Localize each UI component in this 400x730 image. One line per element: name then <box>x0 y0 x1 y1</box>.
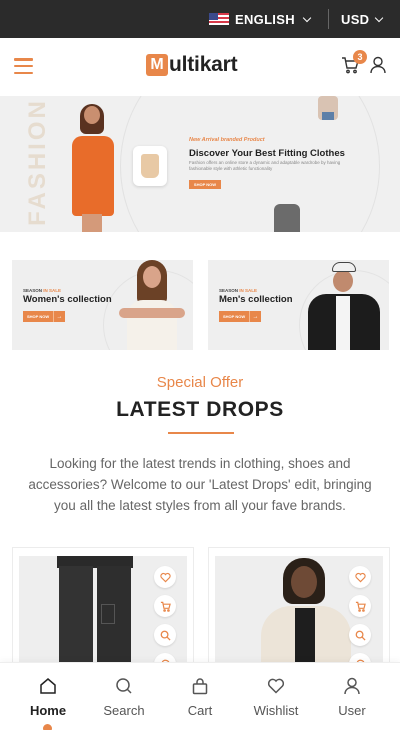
collection-title: Men's collection <box>219 294 293 305</box>
user-icon <box>344 677 360 695</box>
logo-text: ultikart <box>169 53 238 76</box>
nav-label: User <box>338 703 366 718</box>
currency-label: USD <box>341 11 370 27</box>
active-indicator <box>43 724 52 730</box>
men-model-image <box>302 260 384 350</box>
hero-title: Discover Your Best Fitting Clothes <box>189 148 345 159</box>
cart-icon <box>355 601 366 612</box>
divider <box>328 9 329 29</box>
hamburger-menu-icon[interactable] <box>14 58 33 74</box>
nav-item-cart[interactable]: Cart <box>160 663 240 730</box>
product-thumbnail <box>318 96 338 120</box>
collection-tag: SEASON IN SALE <box>219 288 258 293</box>
nav-label: Cart <box>187 703 213 718</box>
search-icon <box>116 678 132 694</box>
hero-shop-now-button[interactable]: SHOP NOW <box>189 180 221 189</box>
product-thumbnail <box>133 146 167 186</box>
section-description: Looking for the latest trends in clothin… <box>28 456 372 513</box>
language-label: ENGLISH <box>235 11 295 27</box>
search-icon <box>355 630 366 641</box>
user-icon[interactable] <box>370 56 386 74</box>
hero-tag: New Arrival branded Product <box>189 137 265 143</box>
top-bar: ENGLISH USD <box>0 0 400 38</box>
wishlist-button[interactable] <box>349 566 371 588</box>
logo-mark: M <box>146 54 168 76</box>
language-selector[interactable]: ENGLISH <box>209 0 312 38</box>
quick-view-button[interactable] <box>349 624 371 646</box>
heart-icon <box>354 572 366 582</box>
hero-side-word: FASHION <box>23 98 51 226</box>
nav-item-user[interactable]: User <box>312 663 392 730</box>
us-flag-icon <box>209 13 229 25</box>
logo[interactable]: M ultikart <box>146 53 238 77</box>
header: M ultikart 3 <box>0 38 400 96</box>
hero-banner[interactable]: FASHION New Arrival branded Product Disc… <box>0 96 400 232</box>
nav-label: Search <box>103 703 145 718</box>
nav-item-home[interactable]: Home <box>8 663 88 730</box>
nav-item-search[interactable]: Search <box>84 663 164 730</box>
hero-model-image <box>66 104 120 232</box>
quick-view-button[interactable] <box>154 624 176 646</box>
home-icon <box>40 678 56 694</box>
bottom-navigation: Home Search Cart Wishlist User <box>0 662 400 730</box>
section-title: LATEST DROPS <box>116 398 284 421</box>
product-actions <box>154 566 176 675</box>
nav-label: Wishlist <box>253 703 299 718</box>
title-underline <box>168 432 234 434</box>
women-model-image <box>113 260 189 350</box>
collection-title: Women's collection <box>23 294 112 305</box>
hero-description: Fashion offers an online store a dynamic… <box>189 160 341 172</box>
nav-label: Home <box>29 703 67 718</box>
cart-icon <box>160 601 171 612</box>
women-collection-banner[interactable]: SEASON IN SALE Women's collection SHOP N… <box>12 260 193 350</box>
bag-icon <box>192 678 208 695</box>
add-to-cart-button[interactable] <box>154 595 176 617</box>
arrow-right-icon: → <box>53 311 65 322</box>
product-thumbnail <box>274 204 300 232</box>
heart-icon <box>267 678 285 694</box>
search-icon <box>160 630 171 641</box>
nav-item-wishlist[interactable]: Wishlist <box>236 663 316 730</box>
wishlist-button[interactable] <box>154 566 176 588</box>
heart-icon <box>159 572 171 582</box>
arrow-right-icon: → <box>249 311 261 322</box>
cart-count-badge: 3 <box>353 50 367 64</box>
shop-now-button[interactable]: SHOP NOW → <box>219 311 261 322</box>
chevron-down-icon <box>302 13 312 22</box>
chevron-down-icon <box>375 13 384 22</box>
currency-selector[interactable]: USD <box>341 0 384 38</box>
section-subtitle: Special Offer <box>156 374 244 391</box>
collection-tag: SEASON IN SALE <box>23 288 62 293</box>
shop-now-button[interactable]: SHOP NOW → <box>23 311 65 322</box>
product-actions <box>349 566 371 675</box>
men-collection-banner[interactable]: SEASON IN SALE Men's collection SHOP NOW… <box>208 260 389 350</box>
add-to-cart-button[interactable] <box>349 595 371 617</box>
